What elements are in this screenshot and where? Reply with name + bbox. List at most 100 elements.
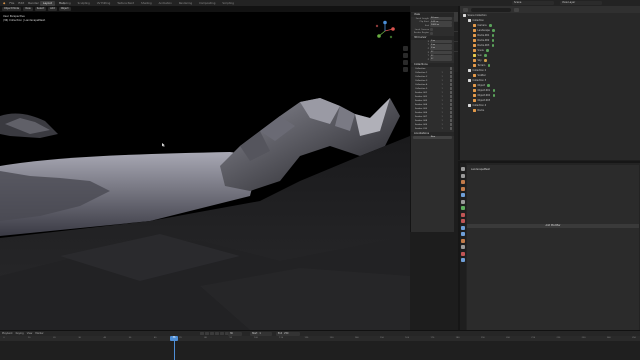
- view-menu[interactable]: View: [23, 7, 33, 11]
- properties-tab-icon[interactable]: [461, 258, 465, 262]
- jump-start-icon[interactable]: [200, 331, 204, 335]
- mode-selector[interactable]: Object Mode: [2, 7, 22, 11]
- modifier-tag-icon[interactable]: [492, 89, 496, 92]
- tab-modeling[interactable]: Modeling: [56, 1, 74, 6]
- properties-tab-icon[interactable]: [461, 180, 465, 184]
- checkbox[interactable]: [449, 75, 452, 78]
- select-menu[interactable]: Select: [34, 7, 47, 11]
- checkbox[interactable]: [449, 83, 452, 86]
- cursor-rot-y-field[interactable]: 0°: [430, 54, 452, 58]
- cursor-rot-x-field[interactable]: 0°: [430, 51, 452, 55]
- list-item[interactable]: Scatter 010 1: [411, 127, 454, 131]
- properties-tab-icon[interactable]: [461, 173, 465, 178]
- display-mode-icon[interactable]: [463, 7, 468, 12]
- outliner-row[interactable]: Rocks: [460, 108, 640, 113]
- tab-rendering[interactable]: Rendering: [176, 1, 195, 6]
- modifier-tag-icon[interactable]: [484, 59, 487, 62]
- tab-sculpting[interactable]: Sculpting: [75, 1, 93, 6]
- tab-animation[interactable]: Animation: [156, 1, 175, 6]
- outliner-search-input[interactable]: [471, 7, 511, 12]
- modifier-tag-icon[interactable]: [492, 29, 495, 32]
- timeline-ruler[interactable]: 0 10 20 30 40 50 60 70 80 90 100 110 120 130 140 150 160…: [0, 336, 640, 341]
- checkbox[interactable]: [449, 127, 452, 130]
- cursor-y-field[interactable]: 0 m: [430, 43, 452, 47]
- filter-icon[interactable]: [514, 7, 519, 12]
- view-layer-selector[interactable]: View Layer: [560, 1, 602, 5]
- navigation-gizmo-icon[interactable]: [374, 20, 396, 42]
- modifier-tag-icon[interactable]: [484, 54, 487, 57]
- checkbox[interactable]: [449, 111, 452, 114]
- tab-compositing[interactable]: Compositing: [196, 1, 218, 6]
- checkbox[interactable]: [449, 115, 452, 118]
- menu-marker[interactable]: Marker: [35, 332, 43, 335]
- modifier-tag-icon[interactable]: [491, 44, 495, 47]
- menu-edit[interactable]: Edit: [17, 1, 25, 5]
- menu-file[interactable]: File: [8, 1, 15, 5]
- properties-tab-icon[interactable]: [461, 212, 465, 217]
- pan-hand-icon[interactable]: [403, 53, 408, 58]
- checkbox[interactable]: [449, 99, 452, 102]
- modifier-tag-icon[interactable]: [491, 34, 495, 37]
- checkbox[interactable]: [449, 95, 452, 98]
- properties-tab-icon[interactable]: [461, 238, 465, 243]
- checkbox[interactable]: [449, 67, 452, 70]
- end-frame-field[interactable]: End 250: [276, 331, 300, 336]
- 3d-viewport[interactable]: Object Mode View Select Add Object User …: [0, 6, 410, 330]
- modifier-tag-icon[interactable]: [489, 24, 492, 27]
- modifier-tag-icon[interactable]: [487, 64, 491, 67]
- camera-view-icon[interactable]: [403, 60, 408, 65]
- properties-tab-icon[interactable]: [461, 199, 465, 204]
- menu-render[interactable]: Render: [27, 1, 40, 5]
- local-camera-checkbox[interactable]: [430, 28, 433, 32]
- scene-selector[interactable]: Scene: [512, 1, 554, 5]
- checkbox[interactable]: [449, 79, 452, 82]
- start-frame-field[interactable]: Start 1: [250, 331, 272, 336]
- tab-texture-paint[interactable]: Texture Paint: [114, 1, 137, 6]
- menu-playback[interactable]: Playback: [2, 332, 13, 335]
- checkbox[interactable]: [449, 119, 452, 122]
- modifier-tag-icon[interactable]: [491, 39, 495, 42]
- checkbox[interactable]: [449, 87, 452, 90]
- add-modifier-button[interactable]: Add Modifier: [467, 224, 639, 228]
- menu-view[interactable]: View: [27, 332, 33, 335]
- cursor-x-field[interactable]: 0 m: [430, 40, 452, 44]
- properties-tab-icon[interactable]: [461, 206, 465, 210]
- properties-tab-icon[interactable]: [461, 225, 465, 230]
- checkbox[interactable]: [449, 107, 452, 110]
- checkbox[interactable]: [449, 91, 452, 94]
- modifier-tag-icon[interactable]: [487, 84, 490, 87]
- properties-tab-icon[interactable]: [461, 251, 465, 256]
- checkbox[interactable]: [449, 123, 452, 126]
- modifier-tag-icon[interactable]: [492, 94, 496, 97]
- next-keyframe-icon[interactable]: [220, 331, 224, 335]
- properties-tab-icon[interactable]: [461, 186, 465, 191]
- clip-start-field[interactable]: 0.01 m: [430, 20, 452, 24]
- new-note-button[interactable]: New: [413, 135, 452, 139]
- prev-keyframe-icon[interactable]: [205, 331, 209, 335]
- play-reverse-icon[interactable]: [210, 331, 214, 335]
- cursor-z-field[interactable]: 0 m: [430, 47, 452, 51]
- perspective-toggle-icon[interactable]: [403, 67, 408, 72]
- object-menu[interactable]: Object: [58, 7, 71, 11]
- tab-shading[interactable]: Shading: [138, 1, 155, 6]
- checkbox[interactable]: [449, 71, 452, 74]
- menu-keying[interactable]: Keying: [16, 332, 24, 335]
- modifier-tag-icon[interactable]: [486, 49, 489, 52]
- zoom-icon[interactable]: [403, 46, 408, 51]
- cursor-rot-z-field[interactable]: 0°: [430, 58, 452, 62]
- focal-length-field[interactable]: 50 mm: [430, 17, 452, 21]
- play-icon[interactable]: [215, 331, 219, 335]
- playhead-frame-label[interactable]: 36: [170, 336, 178, 341]
- properties-tab-icon[interactable]: [461, 219, 465, 223]
- tab-uv-editing[interactable]: UV Editing: [94, 1, 114, 6]
- current-frame-field[interactable]: 36: [228, 331, 242, 336]
- add-menu[interactable]: Add: [48, 7, 57, 11]
- render-region-checkbox[interactable]: [430, 31, 433, 35]
- properties-tab-icon[interactable]: [461, 193, 465, 197]
- tab-scripting[interactable]: Scripting: [219, 1, 237, 6]
- checkbox[interactable]: [449, 103, 452, 106]
- tab-layout[interactable]: Layout: [40, 0, 55, 6]
- properties-tab-icon[interactable]: [461, 232, 465, 236]
- blender-logo-icon[interactable]: ◆: [2, 1, 6, 5]
- properties-tab-icon[interactable]: [461, 167, 465, 171]
